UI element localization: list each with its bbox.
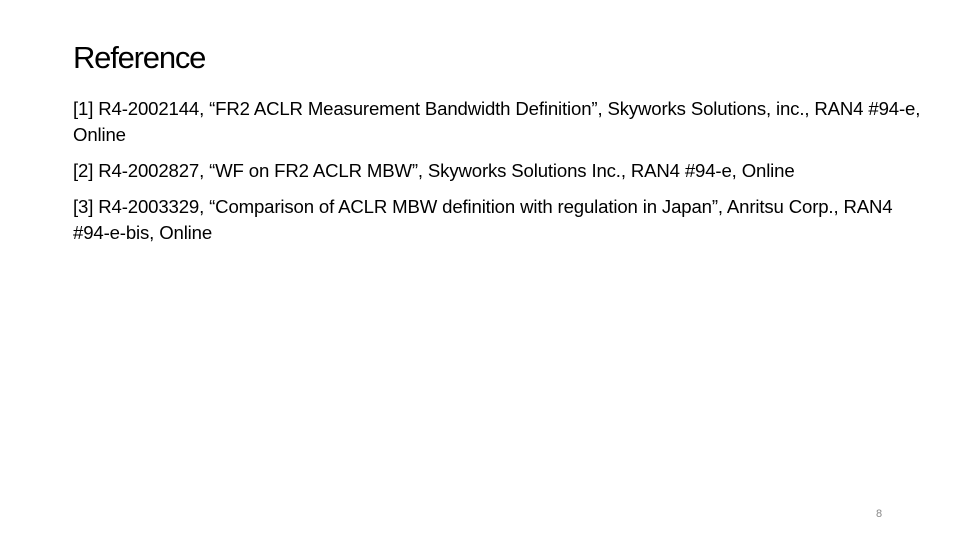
slide: Reference [1] R4-2002144, “FR2 ACLR Meas…: [0, 0, 960, 540]
reference-item-2: [2] R4-2002827, “WF on FR2 ACLR MBW”, Sk…: [73, 160, 795, 181]
slide-title: Reference: [73, 40, 206, 75]
reference-item-3: [3] R4-2003329, “Comparison of ACLR MBW …: [73, 196, 893, 243]
reference-item-1: [1] R4-2002144, “FR2 ACLR Measurement Ba…: [73, 98, 921, 145]
reference-list: [1] R4-2002144, “FR2 ACLR Measurement Ba…: [73, 96, 933, 256]
page-number: 8: [876, 508, 883, 520]
